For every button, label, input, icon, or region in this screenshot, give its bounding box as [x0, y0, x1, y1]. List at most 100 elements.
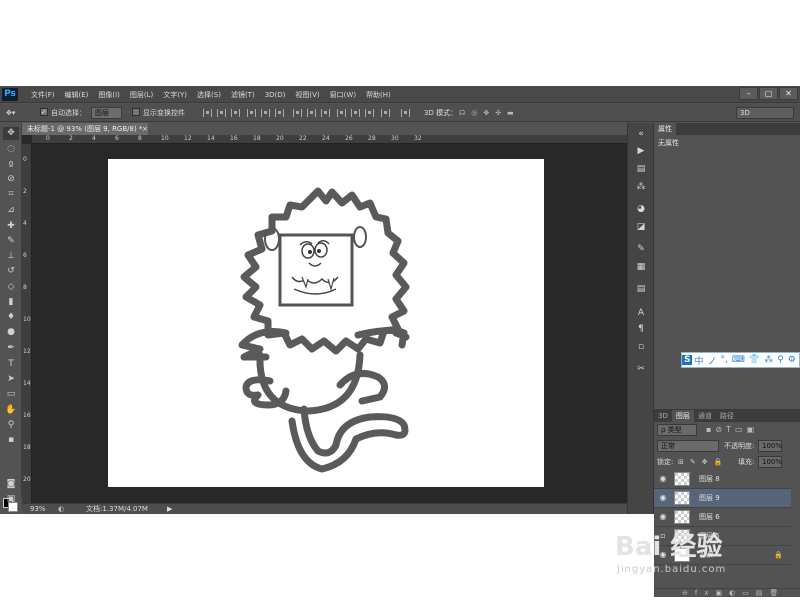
- color-icon[interactable]: ◕: [634, 203, 648, 215]
- close-button[interactable]: ✕: [779, 87, 798, 100]
- align-left-icon[interactable]: [247, 109, 256, 117]
- layer-row[interactable]: ◉ 图层 8: [654, 470, 791, 489]
- menu-file[interactable]: 文件(F): [26, 90, 60, 100]
- marquee-tool-icon[interactable]: ◌: [3, 143, 19, 156]
- tab-paths[interactable]: 路径: [716, 410, 738, 422]
- opacity-value[interactable]: 100%: [758, 440, 782, 452]
- blur-tool-icon[interactable]: ♦: [3, 311, 19, 324]
- lasso-tool-icon[interactable]: ჲ: [3, 158, 19, 171]
- distribute-hcenter-icon[interactable]: [351, 109, 360, 117]
- zoom-tool-icon[interactable]: ⚲: [3, 419, 19, 432]
- document-canvas[interactable]: [108, 159, 544, 487]
- history-brush-tool-icon[interactable]: ↺: [3, 265, 19, 278]
- eyedropper-tool-icon[interactable]: ⊿: [3, 204, 19, 217]
- screen-mode-icon[interactable]: ▣: [3, 493, 19, 506]
- menu-3d[interactable]: 3D(D): [260, 91, 291, 99]
- menu-filter[interactable]: 滤镜(T): [226, 90, 260, 100]
- menu-select[interactable]: 选择(S): [192, 90, 226, 100]
- type-tool-icon[interactable]: T: [3, 358, 19, 371]
- quick-select-tool-icon[interactable]: ⊘: [3, 173, 19, 186]
- align-top-icon[interactable]: [203, 109, 212, 117]
- brush-preset-icon[interactable]: ✎: [634, 243, 648, 255]
- filter-icons[interactable]: ▪⊘T▭▣: [706, 425, 758, 434]
- tab-properties[interactable]: 属性: [654, 123, 676, 135]
- play-action-icon[interactable]: ▶: [634, 145, 648, 157]
- lock-icons[interactable]: ⊞✎✥🔒: [678, 456, 728, 468]
- clone-source-icon[interactable]: ▫: [634, 341, 648, 353]
- document-tab[interactable]: 未标题-1 @ 93% (图层 9, RGB/8) *: [22, 123, 148, 135]
- eye-icon[interactable]: ◉: [658, 489, 668, 507]
- navigator-icon[interactable]: ⁂: [634, 181, 648, 193]
- layer-row[interactable]: ◉ 图层 6: [654, 508, 791, 527]
- menu-type[interactable]: 文字(Y): [158, 90, 192, 100]
- close-tab-icon[interactable]: ×: [142, 123, 150, 135]
- skin-icon[interactable]: 👕: [747, 355, 762, 365]
- maximize-button[interactable]: ▢: [759, 87, 778, 100]
- layer-row-selected[interactable]: ◉ 图层 9: [654, 489, 791, 508]
- brush-tool-icon[interactable]: ✎: [3, 235, 19, 248]
- move-tool-icon[interactable]: ✥: [3, 127, 19, 140]
- dodge-tool-icon[interactable]: ●: [3, 326, 19, 339]
- layer-actions[interactable]: ⊖fx▣◐▭▤🗑: [654, 588, 800, 598]
- eraser-tool-icon[interactable]: ◇: [3, 281, 19, 294]
- distribute-spacing-icon[interactable]: [401, 109, 410, 117]
- ime-chinese[interactable]: 中: [692, 354, 705, 367]
- eye-icon[interactable]: ◉: [658, 470, 668, 488]
- info-icon[interactable]: ▤: [634, 283, 648, 295]
- distribute-bottom-icon[interactable]: [321, 109, 330, 117]
- healing-tool-icon[interactable]: ✚: [3, 220, 19, 233]
- adjustments-icon[interactable]: ▦: [634, 261, 648, 273]
- shape-tool-icon[interactable]: ▭: [3, 388, 19, 401]
- ime-moon-icon[interactable]: ノ: [706, 354, 719, 367]
- menu-layer[interactable]: 图层(L): [125, 90, 158, 100]
- auto-select-checkbox[interactable]: ✓ 自动选择：: [40, 107, 86, 119]
- gradient-tool-icon[interactable]: ▮: [3, 296, 19, 309]
- swatches-icon[interactable]: ◪: [634, 221, 648, 233]
- auto-select-dropdown[interactable]: 图层: [91, 107, 122, 119]
- distribute-right-icon[interactable]: [365, 109, 374, 117]
- quick-mask-icon[interactable]: ◙: [3, 478, 19, 491]
- stamp-tool-icon[interactable]: ⊥: [3, 250, 19, 263]
- blend-mode-dropdown[interactable]: 正常: [657, 440, 719, 452]
- keyboard-icon[interactable]: ⌨: [730, 355, 747, 365]
- workspace-dropdown[interactable]: 3D: [736, 107, 794, 119]
- menu-window[interactable]: 窗口(W): [325, 90, 361, 100]
- align-hcenter-icon[interactable]: [261, 109, 270, 117]
- distribute-vcenter-icon[interactable]: [307, 109, 316, 117]
- paragraph-icon[interactable]: ¶: [634, 323, 648, 335]
- pen-tool-icon[interactable]: ✒: [3, 342, 19, 355]
- distribute-top-icon[interactable]: [293, 109, 302, 117]
- settings-icon[interactable]: ⚙: [786, 355, 798, 365]
- auto-align-icon[interactable]: [381, 109, 390, 117]
- menu-help[interactable]: 帮助(H): [361, 90, 396, 100]
- distribute-left-icon[interactable]: [337, 109, 346, 117]
- tools-preset-icon[interactable]: ✂: [634, 363, 648, 375]
- menu-edit[interactable]: 编辑(E): [60, 90, 94, 100]
- tab-channels[interactable]: 通道: [694, 410, 716, 422]
- align-right-icon[interactable]: [275, 109, 284, 117]
- path-select-tool-icon[interactable]: ➤: [3, 373, 19, 386]
- collapse-dock-icon[interactable]: «: [634, 128, 648, 140]
- menu-view[interactable]: 视图(V): [290, 90, 324, 100]
- fill-value[interactable]: 100%: [758, 456, 782, 468]
- menu-image[interactable]: 图像(I): [93, 90, 125, 100]
- eye-icon[interactable]: ◉: [658, 508, 668, 526]
- hand-tool-icon[interactable]: ✋: [3, 404, 19, 417]
- status-info-icon[interactable]: ◐: [58, 504, 64, 514]
- ime-punctuation[interactable]: °,: [719, 355, 730, 365]
- move-tool-preset-icon[interactable]: ✥▾: [6, 107, 15, 119]
- tools-icon[interactable]: ⁂: [762, 355, 775, 365]
- tab-layers[interactable]: 图层: [671, 410, 694, 422]
- align-vcenter-icon[interactable]: [217, 109, 226, 117]
- status-menu-arrow[interactable]: ▶: [167, 504, 172, 514]
- layer-filter-dropdown[interactable]: ρ 类型: [657, 424, 697, 436]
- show-transform-checkbox[interactable]: 显示变换控件: [132, 107, 185, 119]
- 3d-mode-icons[interactable]: ☊◎✥✣▬: [459, 107, 520, 119]
- crop-tool-icon[interactable]: ⌗: [3, 188, 19, 201]
- default-colors-icon[interactable]: ▪: [3, 434, 19, 447]
- align-bottom-icon[interactable]: [231, 109, 240, 117]
- minimize-button[interactable]: –: [739, 87, 758, 100]
- zoom-level[interactable]: 93%: [30, 504, 46, 514]
- history-icon[interactable]: ▤: [634, 163, 648, 175]
- character-icon[interactable]: A: [634, 307, 648, 319]
